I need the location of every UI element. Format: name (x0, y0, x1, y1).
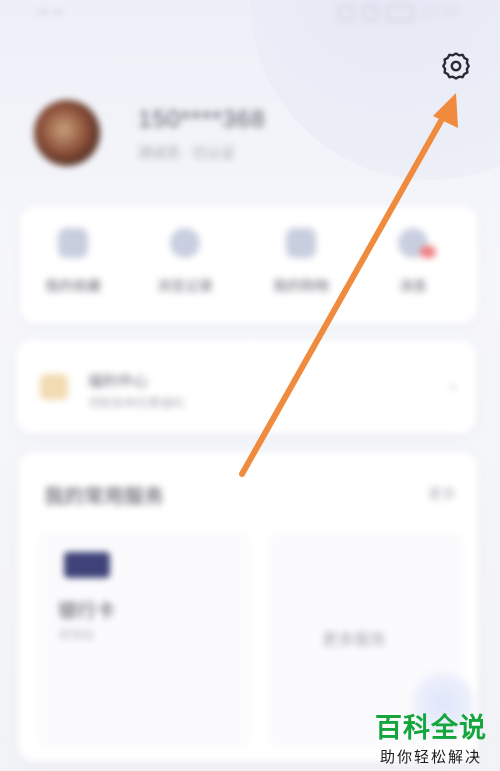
screen: •• •• 17:37 150****368 测试员 · 已认证 我的收藏 浏览… (0, 0, 500, 771)
arrow-shaft (239, 109, 449, 477)
watermark-logo: 百科全说 助你轻松解决 (372, 706, 490, 767)
annotation-arrow (239, 93, 458, 477)
watermark-sub: 助你轻松解决 (379, 749, 482, 766)
watermark-main: 百科全说 (375, 713, 487, 744)
